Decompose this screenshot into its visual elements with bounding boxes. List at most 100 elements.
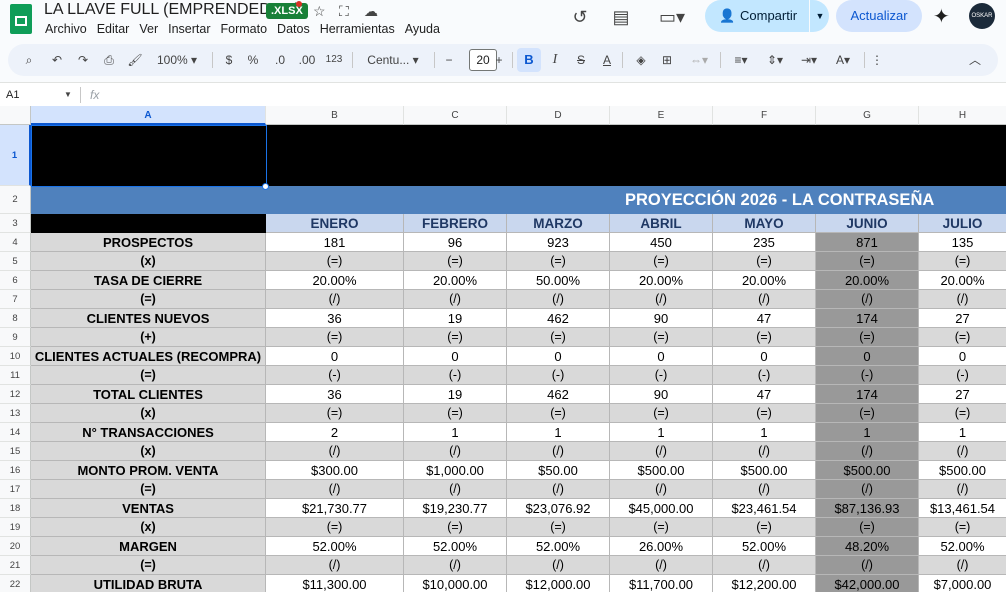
data-cell[interactable]: 52.00% <box>266 537 404 556</box>
row-header-14[interactable]: 14 <box>0 423 31 442</box>
menu-datos[interactable]: Datos <box>277 22 310 36</box>
row-label[interactable]: VENTAS <box>31 499 266 518</box>
data-cell[interactable]: 1 <box>507 423 610 442</box>
row-label[interactable]: UTILIDAD BRUTA <box>31 575 266 592</box>
share-button[interactable]: 👤 Compartir <box>705 0 809 32</box>
increase-font-size-icon[interactable]: + <box>492 44 506 76</box>
more-options-icon[interactable]: ⋮ <box>870 44 884 76</box>
formula-input[interactable] <box>110 83 1000 107</box>
row-header-20[interactable]: 20 <box>0 537 31 556</box>
data-cell[interactable]: (=) <box>404 328 507 347</box>
data-cell[interactable]: (/) <box>507 480 610 499</box>
column-header-a[interactable]: A <box>31 106 266 125</box>
meet-icon[interactable]: ▭▾ <box>654 5 690 29</box>
data-cell[interactable]: (=) <box>919 252 1006 271</box>
data-cell[interactable]: (/) <box>266 442 404 461</box>
data-cell[interactable]: (=) <box>507 518 610 537</box>
data-cell[interactable]: (/) <box>816 442 919 461</box>
data-cell[interactable]: $21,730.77 <box>266 499 404 518</box>
data-cell[interactable]: (=) <box>919 404 1006 423</box>
text-color-button[interactable]: A <box>598 44 616 76</box>
percent-format-button[interactable]: % <box>246 44 260 76</box>
row-label[interactable]: (=) <box>31 366 266 385</box>
row-label[interactable]: (x) <box>31 442 266 461</box>
data-cell[interactable]: $12,000.00 <box>507 575 610 592</box>
row-header-19[interactable]: 19 <box>0 518 31 537</box>
data-cell[interactable]: $500.00 <box>816 461 919 480</box>
data-cell[interactable]: $7,000.00 <box>919 575 1006 592</box>
row-header-11[interactable]: 11 <box>0 366 31 385</box>
data-cell[interactable]: (=) <box>610 252 713 271</box>
data-cell[interactable]: 20.00% <box>713 271 816 290</box>
data-cell[interactable]: (/) <box>404 290 507 309</box>
row-label[interactable]: (x) <box>31 404 266 423</box>
data-cell[interactable]: (=) <box>919 518 1006 537</box>
increase-decimal-button[interactable]: .00 <box>296 44 318 76</box>
row-label[interactable]: CLIENTES NUEVOS <box>31 309 266 328</box>
row-label[interactable]: (=) <box>31 480 266 499</box>
data-cell[interactable]: 0 <box>266 347 404 366</box>
merge-cells-icon[interactable]: ⇔▾ <box>684 44 714 76</box>
data-cell[interactable]: 19 <box>404 385 507 404</box>
data-cell[interactable]: 174 <box>816 385 919 404</box>
row-header-8[interactable]: 8 <box>0 309 31 328</box>
row-header-15[interactable]: 15 <box>0 442 31 461</box>
data-cell[interactable]: $500.00 <box>919 461 1006 480</box>
data-cell[interactable]: $13,461.54 <box>919 499 1006 518</box>
data-cell[interactable]: 90 <box>610 385 713 404</box>
data-cell[interactable]: 0 <box>404 347 507 366</box>
fill-color-icon[interactable]: ◈ <box>630 44 652 76</box>
print-icon[interactable]: ⎙ <box>100 44 118 76</box>
menu-archivo[interactable]: Archivo <box>45 22 87 36</box>
row-header-3[interactable]: 3 <box>0 214 31 233</box>
data-cell[interactable]: 27 <box>919 309 1006 328</box>
data-cell[interactable]: (-) <box>919 366 1006 385</box>
select-all-corner[interactable] <box>0 106 31 125</box>
data-cell[interactable]: 871 <box>816 233 919 252</box>
data-cell[interactable]: $19,230.77 <box>404 499 507 518</box>
data-cell[interactable]: (/) <box>816 290 919 309</box>
row-label[interactable]: (=) <box>31 556 266 575</box>
redo-icon[interactable]: ↷ <box>74 44 92 76</box>
row-label[interactable]: PROSPECTOS <box>31 233 266 252</box>
menu-herramientas[interactable]: Herramientas <box>320 22 395 36</box>
data-cell[interactable]: (/) <box>919 480 1006 499</box>
column-header-g[interactable]: G <box>816 106 919 125</box>
fill-handle[interactable] <box>262 183 269 190</box>
data-cell[interactable]: 27 <box>919 385 1006 404</box>
row-header-22[interactable]: 22 <box>0 575 31 592</box>
row-label[interactable]: N° TRANSACCIONES <box>31 423 266 442</box>
data-cell[interactable]: $45,000.00 <box>610 499 713 518</box>
row-header-5[interactable]: 5 <box>0 252 31 271</box>
text-wrap-icon[interactable]: ⇥▾ <box>794 44 824 76</box>
column-header-b[interactable]: B <box>266 106 404 125</box>
data-cell[interactable]: (=) <box>713 252 816 271</box>
data-cell[interactable]: (/) <box>507 556 610 575</box>
row-header-4[interactable]: 4 <box>0 233 31 252</box>
data-cell[interactable]: (=) <box>266 404 404 423</box>
data-cell[interactable]: 0 <box>713 347 816 366</box>
data-cell[interactable]: 20.00% <box>816 271 919 290</box>
data-cell[interactable]: (=) <box>713 328 816 347</box>
cloud-status-icon[interactable]: ☁ <box>364 3 378 20</box>
comments-icon[interactable]: ▤ <box>609 5 633 29</box>
data-cell[interactable]: 47 <box>713 385 816 404</box>
data-cell[interactable]: 36 <box>266 309 404 328</box>
data-cell[interactable]: $87,136.93 <box>816 499 919 518</box>
row-header-16[interactable]: 16 <box>0 461 31 480</box>
data-cell[interactable]: 48.20% <box>816 537 919 556</box>
data-cell[interactable]: (=) <box>816 328 919 347</box>
data-cell[interactable]: (=) <box>713 404 816 423</box>
menu-ver[interactable]: Ver <box>139 22 158 36</box>
data-cell[interactable]: 20.00% <box>610 271 713 290</box>
spreadsheet-grid[interactable]: A B C D E F G H 1 2 3 PROYECCIÓN 2026 - LA CONTRASE… <box>0 106 1006 592</box>
data-cell[interactable]: $11,300.00 <box>266 575 404 592</box>
data-cell[interactable]: $42,000.00 <box>816 575 919 592</box>
data-cell[interactable]: (=) <box>266 252 404 271</box>
row-header-9[interactable]: 9 <box>0 328 31 347</box>
data-cell[interactable]: (=) <box>919 328 1006 347</box>
data-cell[interactable]: (/) <box>610 480 713 499</box>
more-formats-button[interactable]: 123 <box>324 44 344 76</box>
data-cell[interactable]: 1 <box>816 423 919 442</box>
row-header-1[interactable]: 1 <box>0 125 31 186</box>
